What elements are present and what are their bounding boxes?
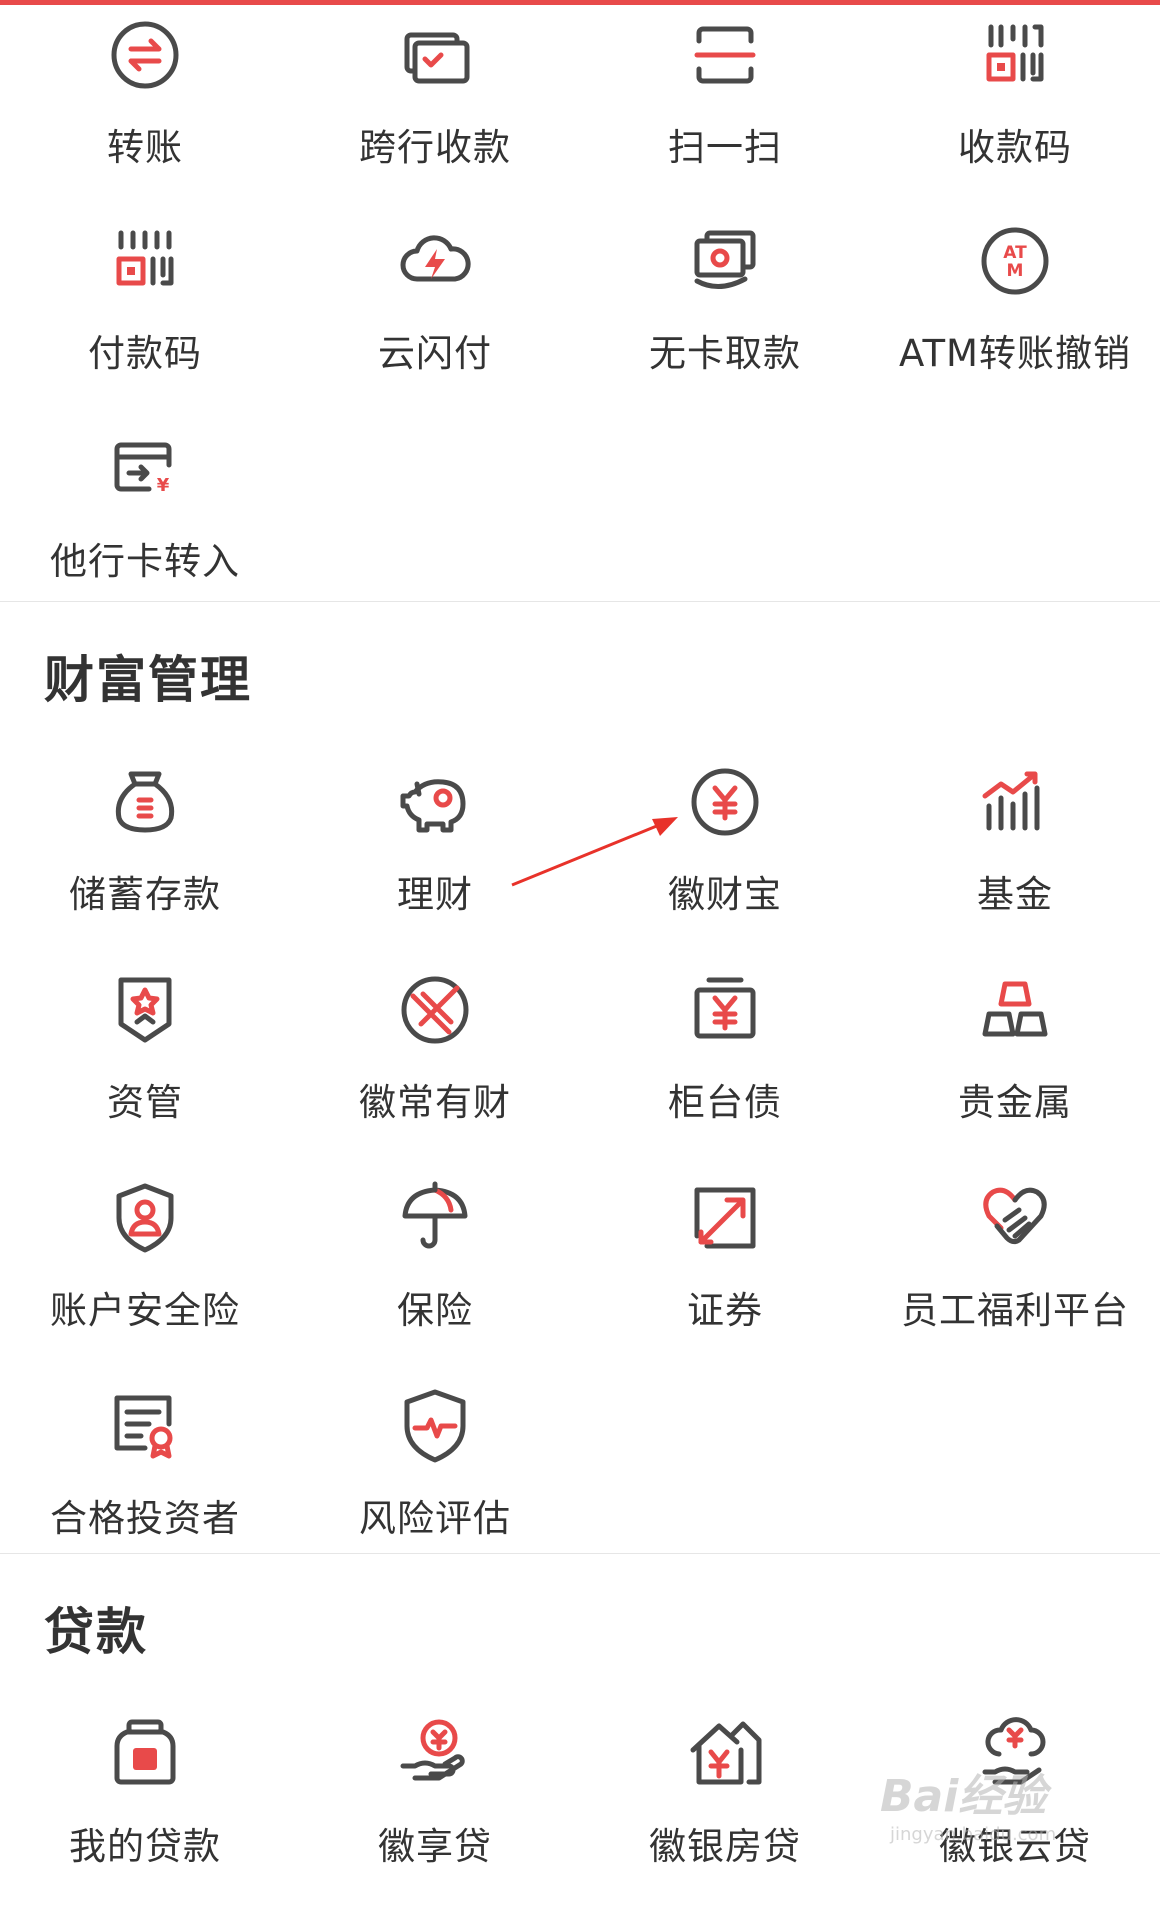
- svg-text:¥: ¥: [157, 475, 170, 496]
- grid-item-wealth-product[interactable]: 理财: [290, 762, 580, 962]
- asset-shield-icon: [118, 977, 172, 1043]
- grid-item-asset-management[interactable]: 资管: [0, 970, 290, 1170]
- grid-item-transfer[interactable]: 转账: [0, 15, 290, 215]
- grid-item-huixiang-loan[interactable]: 徽享贷: [290, 1714, 580, 1914]
- atm-revoke-icon: AT M: [981, 227, 1049, 295]
- risk-shield-icon: [404, 1389, 466, 1463]
- svg-text:AT: AT: [1003, 243, 1027, 263]
- grid-item-label: 他行卡转入: [50, 540, 240, 583]
- transfer-icon: [111, 21, 179, 89]
- grid-item-label: 付款码: [88, 332, 202, 375]
- section-divider: [0, 1553, 1160, 1554]
- grid-item-huiyin-mortgage[interactable]: 徽银房贷: [580, 1714, 870, 1914]
- grid-item-cardless-withdraw[interactable]: 无卡取款: [580, 221, 870, 421]
- grid-item-label: 徽银房贷: [649, 1825, 801, 1868]
- grid-item-qualified-investor[interactable]: 合格投资者: [0, 1386, 290, 1586]
- cloud-flash-pay-icon: [400, 235, 471, 282]
- fund-chart-icon: [982, 771, 1040, 831]
- grid-item-huichang-youcai[interactable]: 徽常有财: [290, 970, 580, 1170]
- pay-code-icon: [116, 230, 174, 286]
- heart-hand-icon: [983, 1187, 1047, 1245]
- grid-item-savings[interactable]: 储蓄存款: [0, 762, 290, 962]
- other-bank-card-in-icon: ¥: [114, 442, 172, 496]
- grid-item-label: 云闪付: [378, 332, 492, 375]
- yen-coin-icon: [691, 768, 759, 836]
- grid-item-label: 柜台债: [668, 1081, 782, 1124]
- grid-item-label: 收款码: [958, 126, 1072, 169]
- grid-item-label: 基金: [977, 873, 1053, 916]
- grid-item-label: 风险评估: [359, 1497, 511, 1540]
- loan-jar-icon: [114, 1719, 176, 1785]
- grid-item-account-security-insurance[interactable]: 账户安全险: [0, 1178, 290, 1378]
- securities-icon: [694, 1187, 756, 1249]
- grid-item-counter-bond[interactable]: 柜台债: [580, 970, 870, 1170]
- grid-item-receive-code[interactable]: 收款码: [870, 15, 1160, 215]
- house-yen-icon: [690, 1721, 762, 1785]
- scan-icon: [694, 26, 756, 84]
- grid-item-scan[interactable]: 扫一扫: [580, 15, 870, 215]
- grid-item-label: 跨行收款: [359, 126, 511, 169]
- savings-bag-icon: [115, 771, 175, 833]
- grid-item-fund[interactable]: 基金: [870, 762, 1160, 962]
- watermark-sub: jingyan.baidu.com: [890, 1824, 1057, 1845]
- grid-item-label: 转账: [107, 126, 183, 169]
- grid-item-interbank-collect[interactable]: 跨行收款: [290, 15, 580, 215]
- grid-item-huicaibao[interactable]: 徽财宝: [580, 762, 870, 962]
- account-shield-icon: [116, 1183, 174, 1253]
- section-title-wealth: 财富管理: [44, 651, 252, 709]
- grid-item-label: 账户安全险: [50, 1289, 240, 1332]
- grid-item-label: 无卡取款: [649, 332, 801, 375]
- watermark: Bai经验 jingyan.baidu.com: [880, 1760, 1056, 1845]
- grid-item-atm-revoke[interactable]: AT M ATM转账撤销: [870, 221, 1160, 421]
- gold-bars-icon: [982, 981, 1048, 1037]
- grid-item-label: 徽财宝: [668, 873, 782, 916]
- umbrella-icon: [402, 1181, 468, 1249]
- grid-item-precious-metal[interactable]: 贵金属: [870, 970, 1160, 1170]
- grid-item-label: 扫一扫: [668, 126, 782, 169]
- grid-item-label: 资管: [107, 1081, 183, 1124]
- grid-item-securities[interactable]: 证券: [580, 1178, 870, 1378]
- grid-item-label: 员工福利平台: [901, 1289, 1129, 1332]
- grid-item-label: 合格投资者: [50, 1497, 240, 1540]
- svg-text:M: M: [1007, 261, 1024, 281]
- grid-item-label: 贵金属: [958, 1081, 1072, 1124]
- grid-item-label: 证券: [687, 1289, 763, 1332]
- section-title-loans: 贷款: [44, 1603, 148, 1661]
- section-divider: [0, 601, 1160, 602]
- grid-item-pay-code[interactable]: 付款码: [0, 221, 290, 421]
- bond-icon: [694, 977, 756, 1039]
- grid-item-label: 理财: [397, 873, 473, 916]
- receive-code-icon: [986, 24, 1044, 82]
- interbank-collect-icon: [404, 32, 470, 84]
- piggy-bank-icon: [400, 779, 466, 833]
- grid-item-risk-assessment[interactable]: 风险评估: [290, 1386, 580, 1586]
- grid-item-label: 徽常有财: [359, 1081, 511, 1124]
- compass-icon: [401, 976, 469, 1044]
- grid-item-label: 储蓄存款: [69, 873, 221, 916]
- grid-item-label: 徽享贷: [378, 1825, 492, 1868]
- grid-item-label: 我的贷款: [69, 1825, 221, 1868]
- grid-item-my-loans[interactable]: 我的贷款: [0, 1714, 290, 1914]
- grid-item-label: 保险: [397, 1289, 473, 1332]
- cardless-withdraw-icon: [694, 230, 756, 289]
- top-accent-bar: [0, 0, 1160, 5]
- hand-yen-icon: [400, 1719, 465, 1781]
- certificate-icon: [114, 1395, 173, 1459]
- grid-item-insurance[interactable]: 保险: [290, 1178, 580, 1378]
- grid-item-label: ATM转账撤销: [899, 332, 1131, 375]
- grid-item-employee-welfare[interactable]: 员工福利平台: [870, 1178, 1160, 1378]
- grid-item-other-bank-card-in[interactable]: ¥ 他行卡转入: [0, 429, 290, 629]
- grid-item-cloud-flash-pay[interactable]: 云闪付: [290, 221, 580, 421]
- watermark-text: Bai经验: [880, 1771, 1047, 1822]
